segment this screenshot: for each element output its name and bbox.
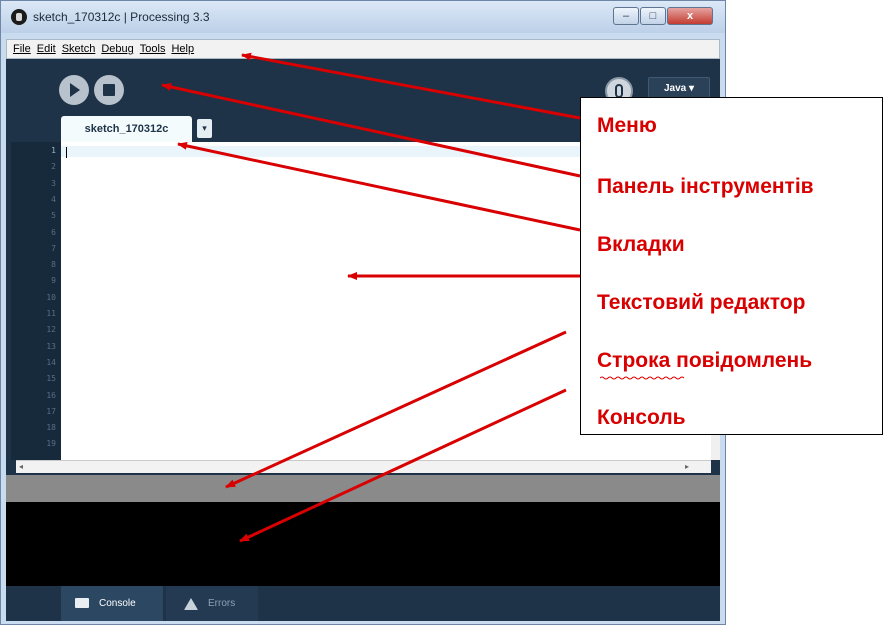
annotation-arrows [161,52,581,543]
arrow-toolbar [161,83,581,178]
arrow-message-bar [225,330,567,489]
arrow-console [239,388,567,543]
arrow-tabs [177,141,581,232]
arrow-menu [241,52,581,120]
